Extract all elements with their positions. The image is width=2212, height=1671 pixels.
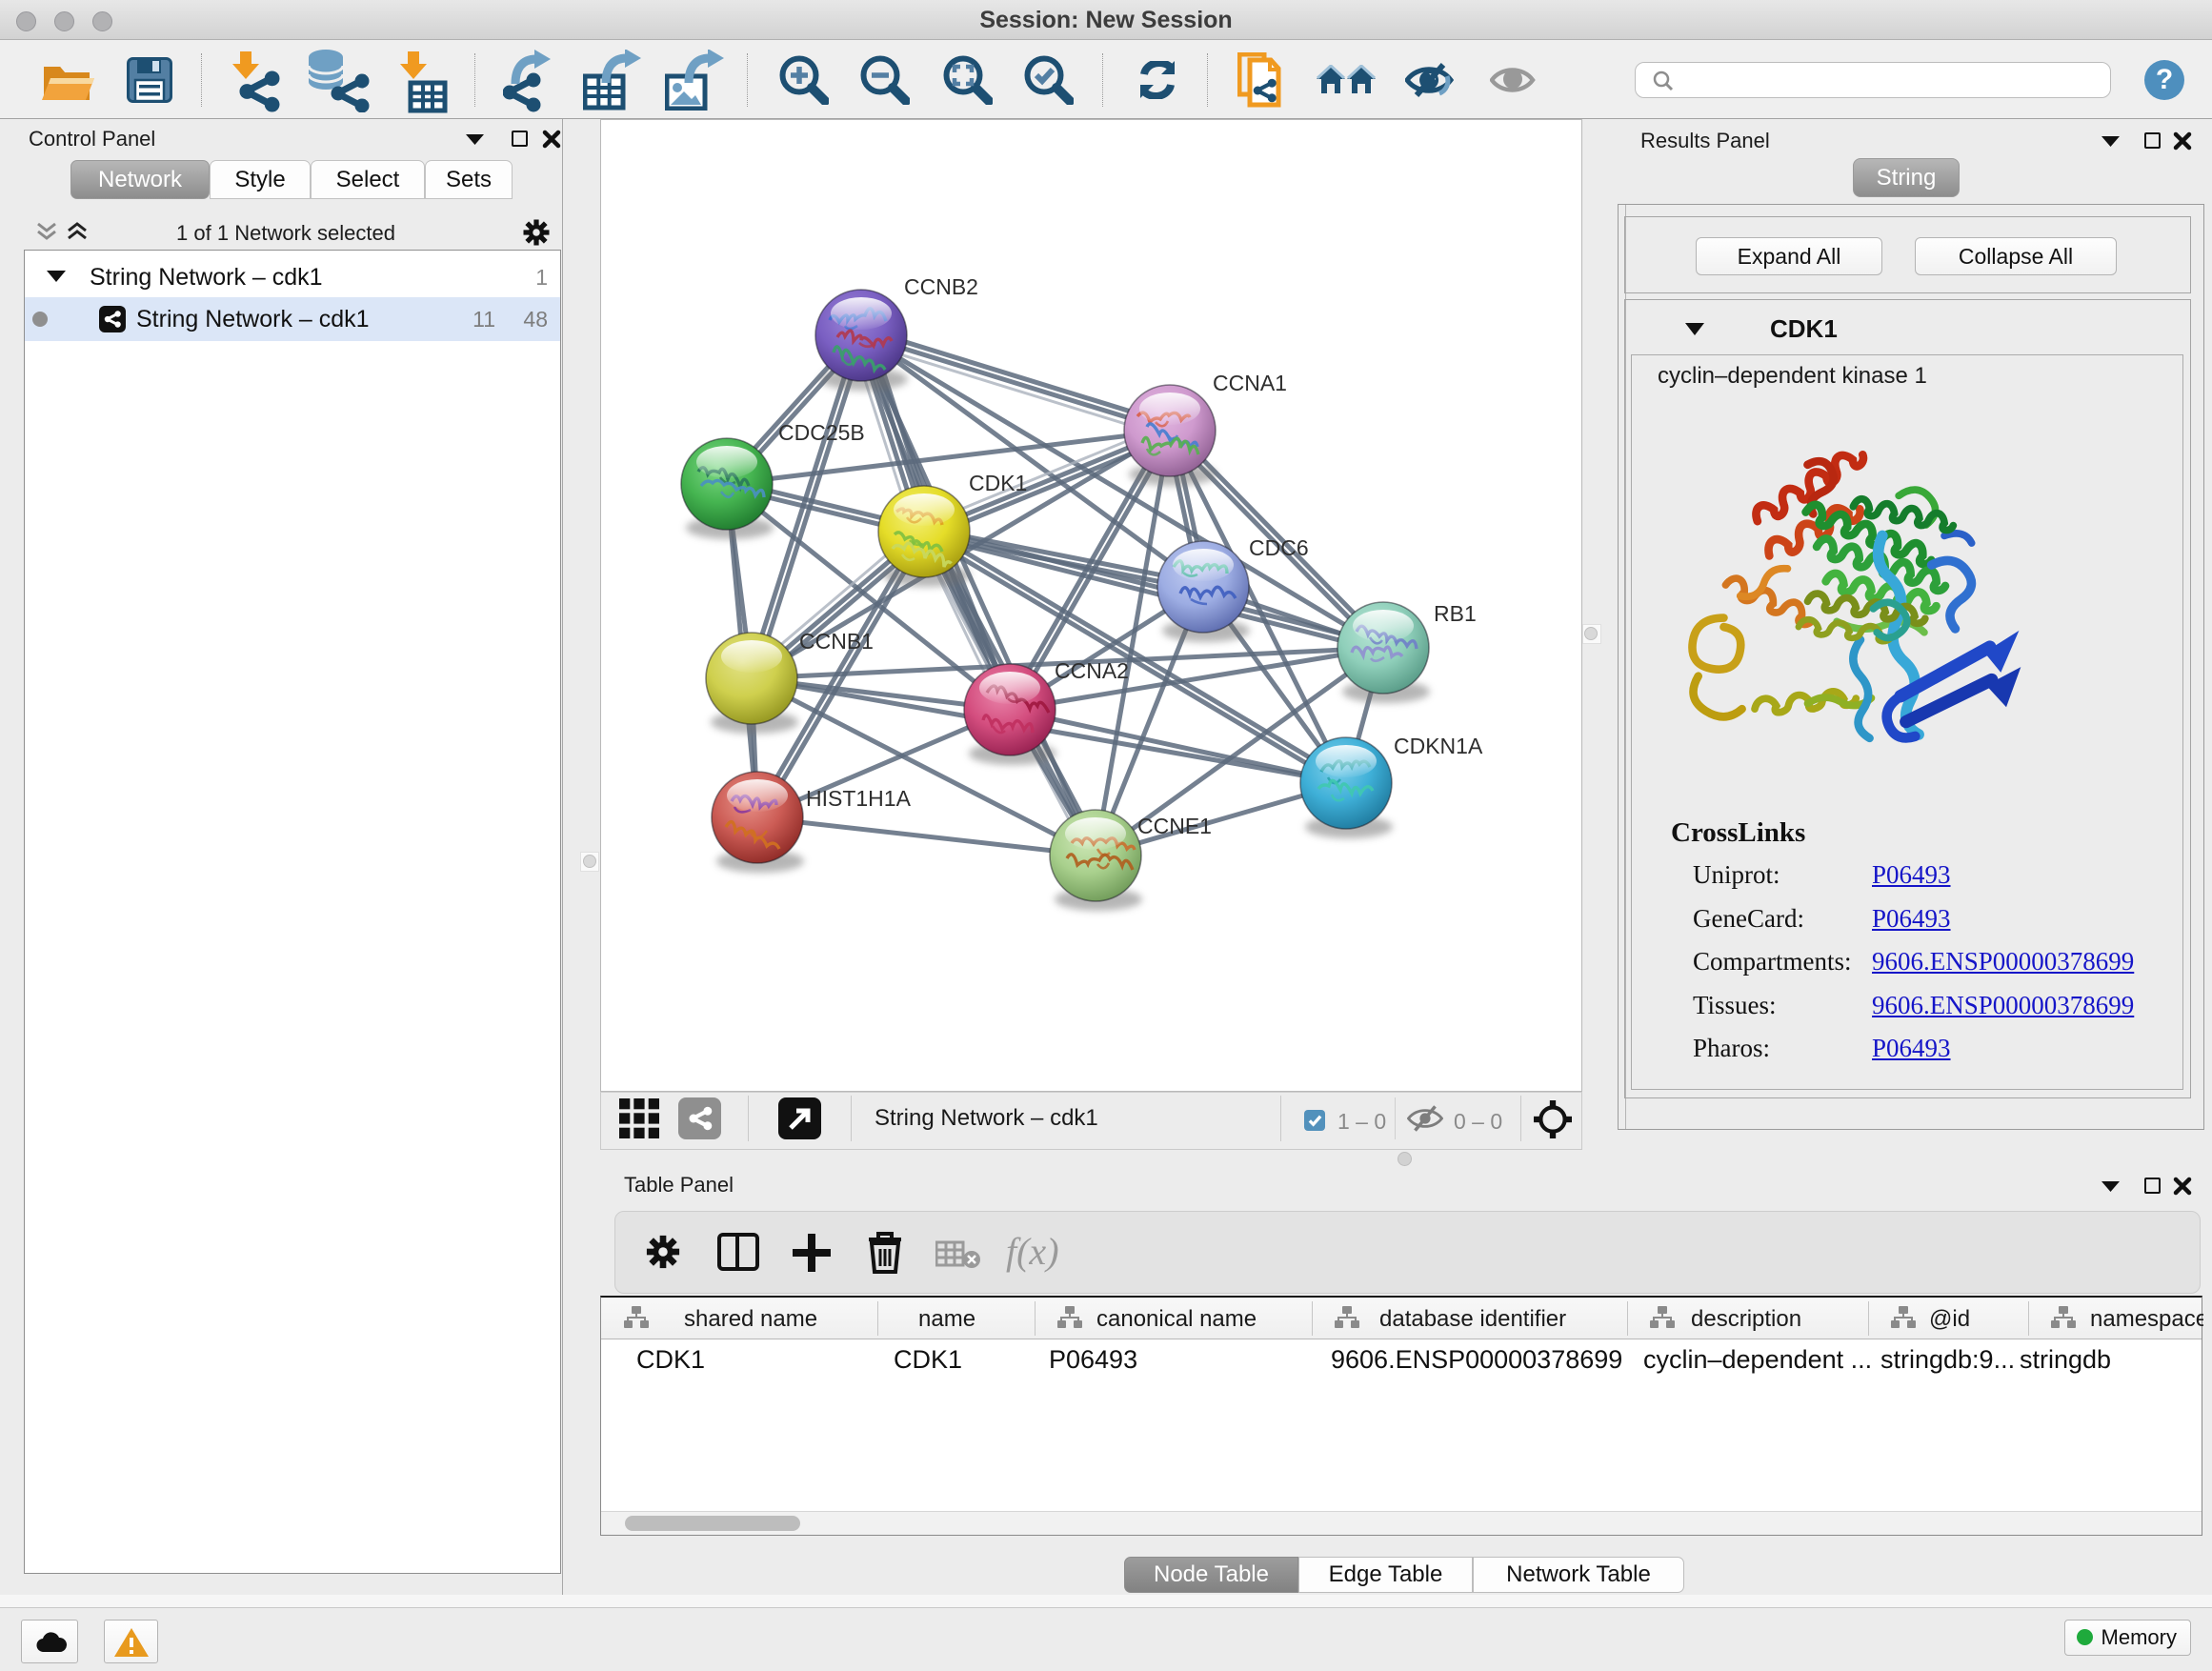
svg-text:CCNB1: CCNB1 [799,629,874,654]
svg-text:CCNA1: CCNA1 [1213,371,1287,395]
svg-text:CDC6: CDC6 [1249,535,1309,560]
svg-text:CDC25B: CDC25B [778,420,865,445]
svg-text:CDKN1A: CDKN1A [1394,734,1483,758]
svg-text:CDK1: CDK1 [969,471,1027,495]
svg-text:CCNB2: CCNB2 [904,274,978,299]
svg-text:CCNA2: CCNA2 [1055,658,1129,683]
svg-text:RB1: RB1 [1434,601,1477,626]
svg-text:CCNE1: CCNE1 [1137,814,1212,838]
svg-text:HIST1H1A: HIST1H1A [806,786,912,811]
